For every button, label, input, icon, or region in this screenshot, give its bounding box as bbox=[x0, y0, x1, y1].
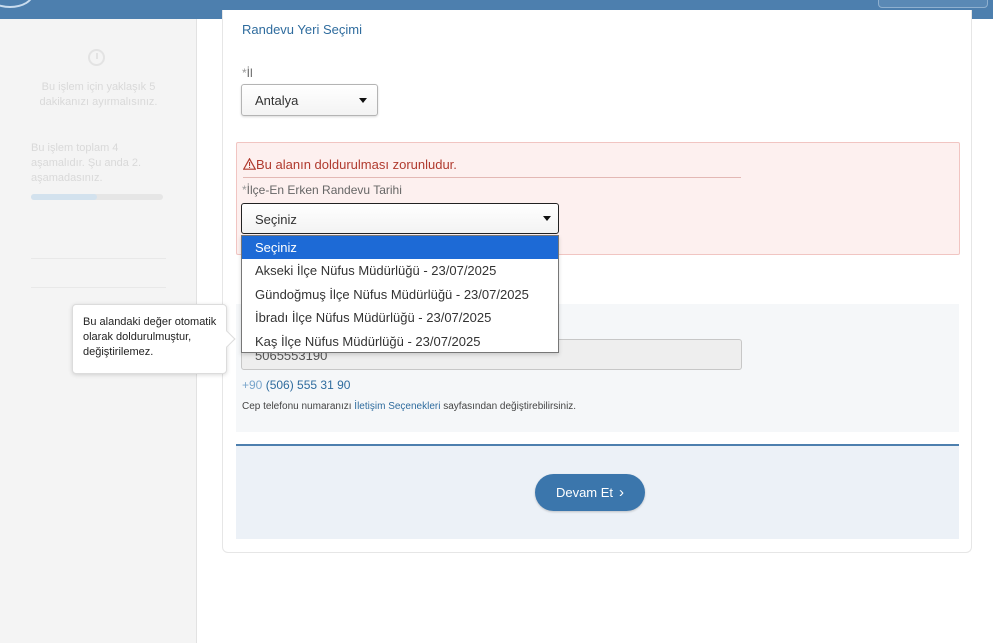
phone-note: Cep telefonu numaranızı İletişim Seçenek… bbox=[242, 401, 576, 412]
dropdown-option[interactable]: Gündoğmuş İlçe Nüfus Müdürlüğü - 23/07/2… bbox=[242, 283, 558, 306]
error-message: Bu alanın doldurulması zorunludur. bbox=[242, 157, 457, 172]
estimated-time-text: Bu işlem için yaklaşık 5 dakikanızı ayır… bbox=[39, 81, 158, 108]
continue-button[interactable]: Devam Et › bbox=[535, 474, 645, 511]
section-title: Randevu Yeri Seçimi bbox=[242, 22, 362, 37]
dropdown-option[interactable]: İbradı İlçe Nüfus Müdürlüğü - 23/07/2025 bbox=[242, 306, 558, 329]
ilce-select[interactable]: Seçiniz bbox=[241, 203, 559, 234]
phone-display: +90 (506) 555 31 90 bbox=[242, 378, 350, 392]
step-info-text: Bu işlem toplam 4 aşamalıdır. Şu anda 2.… bbox=[31, 142, 142, 184]
dropdown-option[interactable]: Akseki İlçe Nüfus Müdürlüğü - 23/07/2025 bbox=[242, 259, 558, 282]
il-label: *İl bbox=[242, 66, 253, 80]
ilce-label-text: İlçe-En Erken Randevu Tarihi bbox=[246, 183, 402, 197]
autofill-tooltip: Bu alandaki değer otomatik olarak doldur… bbox=[72, 304, 236, 374]
ilce-label: *İlçe-En Erken Randevu Tarihi bbox=[242, 183, 402, 197]
il-select-value: Antalya bbox=[255, 93, 299, 108]
error-message-text: Bu alanın doldurulması zorunludur. bbox=[256, 157, 457, 172]
progress-bar bbox=[31, 194, 163, 200]
dropdown-option[interactable]: Seçiniz bbox=[242, 236, 558, 260]
country-code: +90 bbox=[242, 378, 263, 392]
progress-fill bbox=[31, 194, 97, 200]
clock-icon bbox=[88, 49, 105, 66]
tooltip-text: Bu alandaki değer otomatik olarak doldur… bbox=[83, 316, 217, 358]
chevron-right-icon: › bbox=[619, 484, 625, 501]
caret-down-icon bbox=[359, 98, 367, 103]
error-underline bbox=[243, 177, 741, 178]
il-label-text: İl bbox=[246, 66, 253, 80]
formatted-phone: (506) 555 31 90 bbox=[265, 378, 351, 392]
logo-icon[interactable] bbox=[0, 0, 34, 8]
ilce-select-value: Seçiniz bbox=[255, 212, 297, 227]
header-button[interactable] bbox=[878, 0, 988, 8]
sidebar-divider bbox=[31, 258, 166, 259]
contact-options-link[interactable]: İletişim Seçenekleri bbox=[354, 401, 440, 412]
phone-note-after: sayfasından değiştirebilirsiniz. bbox=[440, 401, 577, 412]
ilce-dropdown-list[interactable]: Seçiniz Akseki İlçe Nüfus Müdürlüğü - 23/… bbox=[241, 235, 559, 353]
caret-down-icon bbox=[543, 216, 551, 221]
phone-note-before: Cep telefonu numaranızı bbox=[242, 401, 355, 412]
continue-button-label: Devam Et bbox=[555, 485, 614, 500]
il-select[interactable]: Antalya bbox=[241, 84, 378, 116]
warning-triangle-icon bbox=[242, 157, 257, 170]
sidebar-divider bbox=[31, 287, 166, 288]
dropdown-option[interactable]: Kaş İlçe Nüfus Müdürlüğü - 23/07/2025 bbox=[242, 330, 558, 353]
